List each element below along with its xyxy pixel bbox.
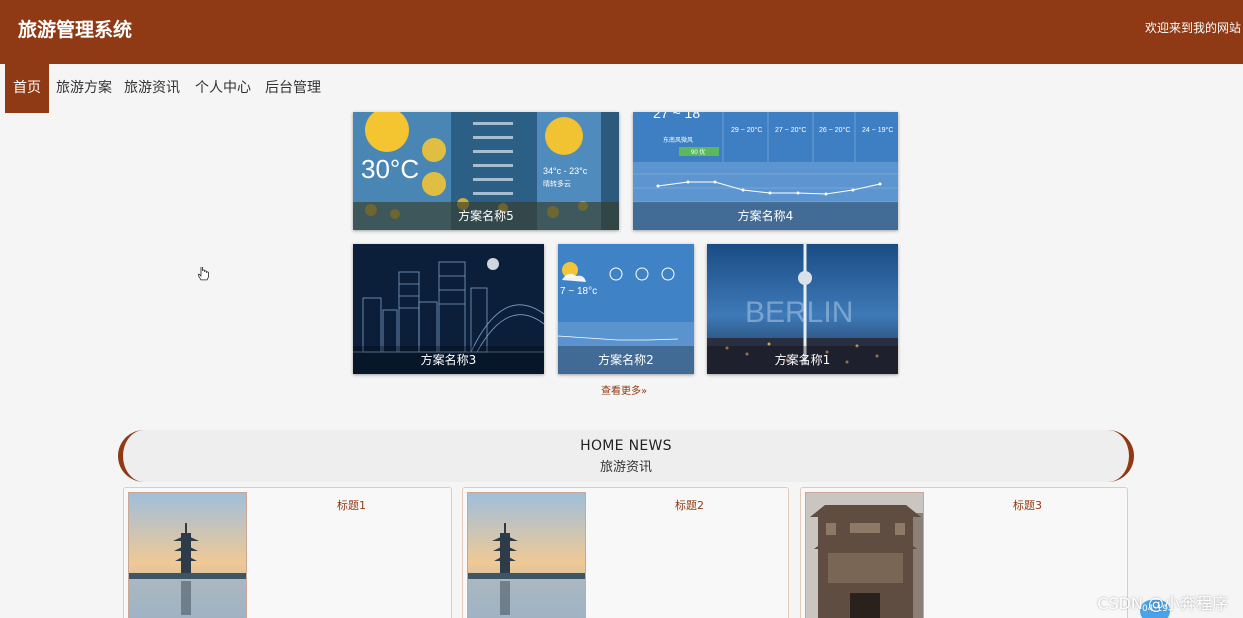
plan-card-2[interactable]: 7 ~ 18°c 方案名称2 <box>558 244 694 374</box>
weather2-range: 7 ~ 18°c <box>560 286 597 297</box>
news-title[interactable]: 标题1 <box>337 497 366 513</box>
weather4-range-3: 26 ~ 20°C <box>819 126 850 134</box>
welcome-text: 欢迎来到我的网站 <box>1144 21 1241 35</box>
weather4-range-1: 29 ~ 20°C <box>731 126 762 134</box>
nav-item-personal-center[interactable]: 个人中心 <box>195 64 251 112</box>
weather5-range: 34°c - 23°c <box>543 166 588 176</box>
nav-item-travel-news[interactable]: 旅游资讯 <box>124 64 180 112</box>
plan-card-1[interactable]: BERLIN 方案名称1 <box>707 244 898 374</box>
nav-item-admin[interactable]: 后台管理 <box>265 64 321 112</box>
plan-card-label: 方案名称2 <box>558 346 694 374</box>
svg-text:27 ~ 18°: 27 ~ 18° <box>653 112 706 121</box>
news-thumbnail[interactable] <box>467 492 586 618</box>
plan-card-label: 方案名称3 <box>353 346 544 374</box>
news-thumbnail[interactable] <box>128 492 247 618</box>
news-card-3[interactable]: 标题3 <box>800 487 1128 618</box>
nav-item-travel-plans[interactable]: 旅游方案 <box>56 64 112 112</box>
news-section-heading: HOME NEWS 旅游资讯 <box>118 430 1134 482</box>
pagoda-lake-image <box>129 493 246 618</box>
news-heading-en: HOME NEWS <box>580 438 672 454</box>
plan-card-5[interactable]: 30°C 34°c - 23°c 晴转多云 方案名称5 <box>353 112 619 230</box>
weather4-wind: 东南风微风 <box>663 136 693 144</box>
weather5-temp: 30°C <box>361 154 419 184</box>
plan-card-4[interactable]: 27 ~ 18° 29 ~ 20°C 27 ~ 20°C 26 ~ 20°C 2… <box>633 112 898 230</box>
plan-card-label: 方案名称4 <box>633 202 898 230</box>
berlin-text: BERLIN <box>745 296 853 329</box>
news-card-1[interactable]: 标题1 <box>123 487 452 618</box>
weather4-aqi: 90 优 <box>691 148 705 156</box>
news-card-2[interactable]: 标题2 <box>462 487 789 618</box>
view-more-link[interactable]: 查看更多» <box>601 382 647 397</box>
csdn-watermark: CSDN @小奔程序 <box>1097 594 1228 613</box>
news-title[interactable]: 标题2 <box>675 497 704 513</box>
news-thumbnail[interactable] <box>805 492 924 618</box>
weather4-range-4: 24 ~ 19°C <box>862 126 893 134</box>
main-nav: 首页 旅游方案 旅游资讯 个人中心 后台管理 <box>0 64 1243 113</box>
pagoda-lake-image <box>468 493 585 618</box>
plan-card-label: 方案名称1 <box>707 346 898 374</box>
hand-cursor-icon <box>197 265 210 287</box>
plan-card-3[interactable]: 方案名称3 <box>353 244 544 374</box>
site-title[interactable]: 旅游管理系统 <box>18 15 132 42</box>
ancient-stone-gate-image <box>806 493 923 618</box>
top-header: 旅游管理系统 欢迎来到我的网站 <box>0 0 1243 64</box>
news-heading-cn: 旅游资讯 <box>599 460 652 475</box>
news-title[interactable]: 标题3 <box>1013 497 1042 513</box>
weather4-range-2: 27 ~ 20°C <box>775 126 806 134</box>
plan-card-label: 方案名称5 <box>353 202 619 230</box>
nav-item-home[interactable]: 首页 <box>5 64 49 113</box>
weather5-desc: 晴转多云 <box>543 179 571 188</box>
